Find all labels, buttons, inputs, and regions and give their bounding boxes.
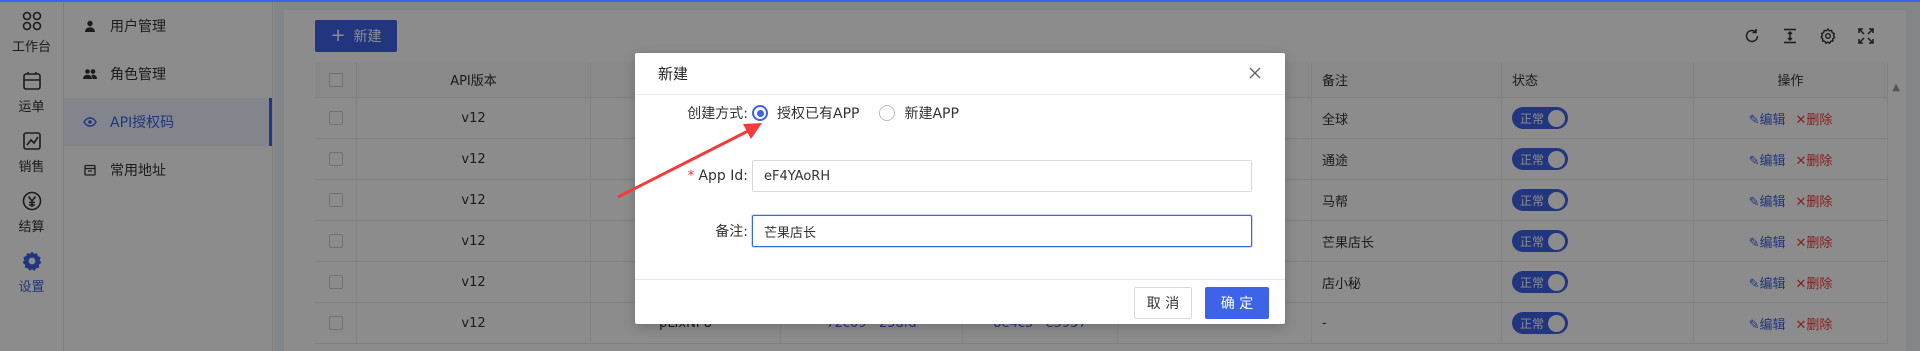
remark-row: 备注: [635, 215, 1252, 247]
radio-new-app[interactable]: 新建APP [879, 103, 959, 123]
remark-input[interactable] [752, 215, 1252, 247]
radio-checked-icon [752, 105, 768, 121]
radio-label: 授权已有APP [777, 106, 860, 122]
app-id-label: * App Id: [635, 168, 752, 184]
dialog-title: 新建 [635, 53, 1285, 95]
app-id-input[interactable] [752, 160, 1252, 192]
remark-label: 备注: [715, 224, 748, 240]
required-asterisk: * [687, 168, 695, 184]
dialog-footer: 取 消 确 定 [635, 279, 1285, 324]
radio-unchecked-icon [879, 105, 896, 121]
radio-authorize-existing-app[interactable]: 授权已有APP [752, 103, 859, 123]
create-mode-row: 创建方式: 授权已有APP 新建APP [635, 97, 979, 129]
app-id-row: * App Id: [635, 160, 1252, 192]
radio-label: 新建APP [904, 106, 959, 122]
cancel-button[interactable]: 取 消 [1134, 287, 1192, 319]
close-icon[interactable] [1245, 63, 1265, 83]
create-mode-label: 创建方式: [687, 106, 748, 122]
top-accent-line [0, 0, 1920, 2]
app-id-label-text: App Id: [698, 168, 748, 184]
create-dialog: 新建 创建方式: 授权已有APP 新建APP *App Id: 备注: 取 消 … [635, 53, 1285, 324]
confirm-button[interactable]: 确 定 [1205, 287, 1269, 319]
